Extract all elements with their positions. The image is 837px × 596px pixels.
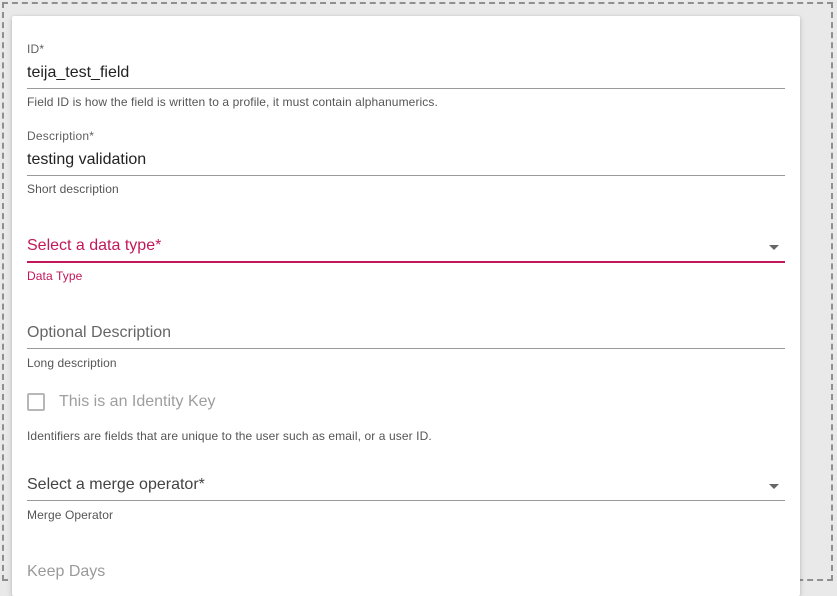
id-field[interactable]: ID* teija_test_field [27, 40, 785, 90]
optional-description-hint: Long description [27, 356, 117, 370]
merge-operator-hint: Merge Operator [27, 508, 114, 522]
optional-description-field[interactable]: Optional Description [27, 321, 785, 351]
data-type-placeholder: Select a data type* [27, 237, 162, 254]
description-field[interactable]: Description* testing validation [27, 127, 785, 177]
identity-key-row[interactable]: This is an Identity Key [27, 393, 216, 411]
identity-key-hint: Identifiers are fields that are unique t… [27, 429, 432, 443]
chevron-down-icon[interactable] [769, 245, 779, 250]
field-form-card: ID* teija_test_field Field ID is how the… [12, 16, 800, 596]
optional-description-input[interactable]: Optional Description [27, 324, 171, 342]
data-type-hint: Data Type [27, 269, 83, 283]
merge-operator-placeholder: Select a merge operator* [27, 476, 205, 493]
data-type-underline [27, 261, 785, 263]
description-input[interactable]: testing validation [27, 151, 146, 169]
description-underline [27, 175, 785, 176]
merge-operator-select[interactable]: Select a merge operator* [27, 473, 785, 503]
identity-key-checkbox[interactable] [27, 393, 45, 411]
id-input[interactable]: teija_test_field [27, 64, 129, 82]
description-label: Description* [27, 129, 95, 143]
data-type-select[interactable]: Select a data type* [27, 234, 785, 264]
data-type-hint-row: Data Type [27, 269, 785, 285]
identity-key-label[interactable]: This is an Identity Key [59, 393, 216, 411]
keep-days-field[interactable]: Keep Days [27, 561, 785, 583]
keep-days-input[interactable]: Keep Days [27, 563, 105, 581]
optional-description-underline [27, 348, 785, 349]
id-label: ID* [27, 42, 45, 56]
description-hint: Short description [27, 182, 119, 196]
merge-operator-underline [27, 500, 785, 501]
id-underline [27, 88, 785, 89]
chevron-down-icon[interactable] [769, 484, 779, 489]
id-hint: Field ID is how the field is written to … [27, 95, 438, 109]
